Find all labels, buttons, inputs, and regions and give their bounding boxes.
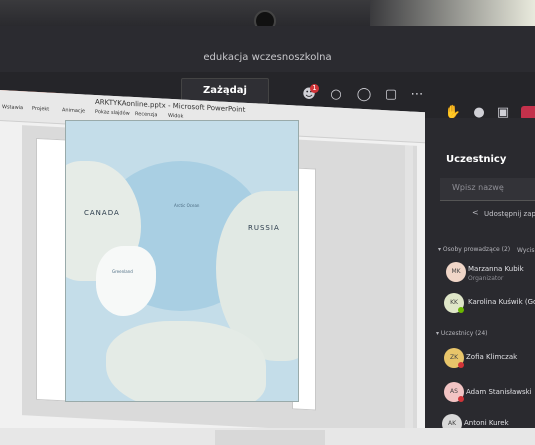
share-link-icon: < bbox=[472, 208, 479, 217]
map-label-arctic-ocean: Arctic Ocean bbox=[174, 203, 200, 208]
participant-name[interactable]: Adam Stanisławski bbox=[466, 388, 532, 396]
avatar: MK bbox=[446, 262, 466, 282]
greenland-landmass bbox=[96, 246, 156, 316]
ppt-tab-wstawianie[interactable]: Wstawia bbox=[2, 104, 23, 111]
reactions-icon[interactable]: ◯ bbox=[355, 86, 373, 104]
southern-landmass bbox=[106, 321, 266, 401]
status-available-icon bbox=[458, 307, 464, 313]
ppt-tab-animacje[interactable]: Animacje bbox=[62, 107, 85, 114]
presenters-section-header[interactable]: ▾ Osoby prowadzące (2) bbox=[438, 246, 510, 253]
participant-role: Organizator bbox=[468, 275, 504, 282]
presenters-section-label: Osoby prowadzące (2) bbox=[442, 246, 511, 253]
map-label-russia: RUSSIA bbox=[248, 224, 280, 232]
panel-title: Uczestnicy bbox=[446, 154, 507, 165]
map-label-greenland: Greenland bbox=[112, 269, 133, 274]
ppt-scrollbar[interactable] bbox=[405, 145, 413, 436]
arctic-map: CANADA RUSSIA Greenland Arctic Ocean bbox=[65, 120, 299, 402]
ppt-tab-pokaz[interactable]: Pokaz slajdów bbox=[95, 109, 130, 117]
participant-name[interactable]: Zofia Klimczak bbox=[466, 353, 517, 361]
teams-title-bar bbox=[0, 26, 535, 72]
share-tray-icon[interactable]: ▢ bbox=[382, 86, 400, 104]
background-window-light bbox=[370, 0, 535, 26]
map-label-canada: CANADA bbox=[84, 209, 120, 217]
participant-name[interactable]: Antoni Kurek bbox=[464, 419, 509, 427]
participants-badge: 1 bbox=[310, 84, 319, 93]
search-placeholder: Wpisz nazwę bbox=[452, 183, 504, 192]
ppt-tab-recenzja[interactable]: Recenzja bbox=[135, 111, 157, 118]
meeting-title: edukacja wczesnoszkolna bbox=[203, 52, 332, 63]
muted-mic-icon bbox=[458, 396, 464, 402]
mute-all-link[interactable]: Wycis bbox=[517, 247, 534, 254]
ppt-tab-projektowanie[interactable]: Projekt bbox=[32, 106, 49, 113]
attendees-section-header[interactable]: ▾ Uczestnicy (24) bbox=[436, 330, 487, 337]
muted-mic-icon bbox=[458, 362, 464, 368]
photo-of-screen: edukacja wczesnoszkolna Zażądaj kontroli… bbox=[0, 0, 535, 445]
participant-name[interactable]: Karolina Kuświk (Gos bbox=[468, 298, 535, 306]
self-video-preview bbox=[215, 430, 325, 445]
attendees-section-label: Uczestnicy (24) bbox=[440, 330, 488, 337]
more-icon[interactable]: ⋯ bbox=[408, 86, 426, 104]
ppt-tab-widok[interactable]: Widok bbox=[168, 113, 183, 120]
chat-icon[interactable]: ○ bbox=[327, 86, 345, 104]
participant-name[interactable]: Marzanna Kubik bbox=[468, 265, 524, 273]
share-invite-link[interactable]: Udostępnij zap bbox=[484, 210, 535, 218]
